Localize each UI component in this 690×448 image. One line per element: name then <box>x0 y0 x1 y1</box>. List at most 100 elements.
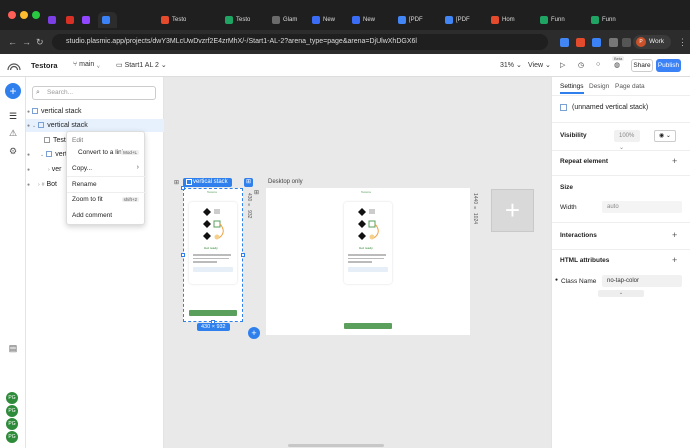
tree-item[interactable]: ● vertical stack <box>27 108 82 115</box>
visibility-dropdown[interactable]: 100% ⌄ <box>614 130 640 151</box>
history-icon[interactable]: ◷ <box>578 61 584 69</box>
browser-tab[interactable]: Hom <box>491 12 515 28</box>
browser-tab[interactable] <box>82 12 93 28</box>
branch-selector[interactable]: ⑂ main ⌄ <box>73 61 101 68</box>
page-selector[interactable]: ▭ Start1 AL 2 ⌄ <box>116 61 167 69</box>
menu-header: Edit <box>72 137 84 144</box>
project-name[interactable]: Testora <box>31 61 58 70</box>
flow-illustration <box>358 208 379 240</box>
zoom-dropdown[interactable]: 31% ⌄ <box>500 61 522 69</box>
warning-icon[interactable]: ⚠ <box>7 127 19 139</box>
eye-icon: ◉ <box>659 133 665 139</box>
extensions-puzzle-icon[interactable] <box>609 38 618 47</box>
desktop-artboard[interactable]: Testora Get ready <box>266 188 470 335</box>
menu-item-rename[interactable]: Rename <box>72 181 97 188</box>
view-menu[interactable]: View ⌄ <box>528 61 551 69</box>
avatar[interactable]: PG <box>6 392 18 404</box>
add-frame-button[interactable]: + <box>248 327 260 339</box>
tab-favicon-icon <box>82 16 90 24</box>
maximize-window-button[interactable] <box>32 11 40 19</box>
plasmic-logo-icon[interactable] <box>6 58 22 72</box>
tab-settings[interactable]: Settings <box>560 83 584 94</box>
outline-icon[interactable]: ☰ <box>7 110 19 122</box>
desktop-frame-label[interactable]: Desktop only <box>268 178 303 187</box>
divider <box>552 249 690 250</box>
resize-handle[interactable] <box>181 186 185 190</box>
browser-tab[interactable] <box>48 12 59 28</box>
menu-item-zoom-to-fit[interactable]: Zoom to fit <box>72 196 103 203</box>
extension-icon[interactable] <box>560 38 569 47</box>
browser-tab[interactable] <box>66 12 77 28</box>
tab-label: [PDF <box>409 17 423 23</box>
profile-label: Work <box>649 38 665 45</box>
card-text-lines <box>348 254 388 272</box>
canvas[interactable]: vertical stack ⊞ ⊞ Desktop only ⊞ Testor… <box>164 77 551 448</box>
tree-item[interactable]: ● ⌄ vertical stack <box>27 122 88 129</box>
tab-page-data[interactable]: Page data <box>615 83 645 90</box>
browser-tab[interactable]: Testo <box>225 12 250 28</box>
avatar[interactable]: PG <box>6 405 18 417</box>
tree-item[interactable]: ● › ver <box>27 166 61 173</box>
browser-tab[interactable]: Testo <box>161 12 186 28</box>
minimize-window-button[interactable] <box>20 11 28 19</box>
width-value: auto <box>607 204 619 210</box>
profile-button[interactable]: P Work <box>633 35 671 49</box>
move-handle-icon[interactable]: ⊞ <box>254 189 259 196</box>
browser-tab[interactable]: Funn <box>540 12 565 28</box>
comment-icon[interactable]: ○ <box>596 61 600 68</box>
resize-handle[interactable] <box>181 253 185 257</box>
resize-handle[interactable] <box>241 253 245 257</box>
element-name[interactable]: (unnamed vertical stack) <box>572 104 648 111</box>
horizontal-scrollbar[interactable] <box>288 444 384 447</box>
search-input[interactable]: ⌕ Search... <box>32 86 156 100</box>
sidebar-icon[interactable] <box>622 38 631 47</box>
avatar: P <box>636 37 646 47</box>
play-icon[interactable]: ▷ <box>560 61 565 69</box>
add-element-button[interactable]: + <box>5 83 21 99</box>
class-name-input[interactable]: no-tap-color <box>602 275 682 287</box>
collapse-toggle[interactable]: ⌄ <box>598 290 644 297</box>
add-attribute-icon[interactable]: + <box>672 255 677 265</box>
tab-design[interactable]: Design <box>589 83 609 90</box>
multiplayer-icon[interactable]: ◍ <box>614 61 620 69</box>
close-window-button[interactable] <box>8 11 16 19</box>
publish-button[interactable]: Publish <box>656 59 681 72</box>
avatar[interactable]: PG <box>6 418 18 430</box>
class-name-value: no-tap-color <box>607 278 640 284</box>
extension-icon[interactable] <box>576 38 585 47</box>
browser-tab[interactable]: Glam <box>272 12 297 28</box>
settings-icon[interactable]: ⚙ <box>7 145 19 157</box>
back-icon[interactable]: ← <box>8 36 17 48</box>
address-bar[interactable]: studio.plasmic.app/projects/dwY3MLcUwDvz… <box>52 34 548 50</box>
browser-tab[interactable]: [PDF <box>398 12 423 28</box>
extension-icon[interactable] <box>592 38 601 47</box>
frame-icon <box>186 179 192 185</box>
browser-tab[interactable]: [PDF <box>445 12 470 28</box>
get-ready-button[interactable] <box>344 323 392 329</box>
menu-item-copy[interactable]: Copy... <box>72 165 92 172</box>
menu-item-add-comment[interactable]: Add comment <box>72 212 112 219</box>
browser-tab[interactable]: Funn <box>591 12 616 28</box>
chat-icon[interactable]: ▤ <box>7 342 19 354</box>
tab-favicon-icon <box>398 16 406 24</box>
left-rail: + ☰ ⚠ ⚙ ▤ PG PG PG PG <box>0 77 26 448</box>
drag-handle-icon[interactable]: ⊞ <box>244 178 253 187</box>
browser-tab[interactable]: New <box>352 12 375 28</box>
html-attributes-label: HTML attributes <box>560 257 610 264</box>
visibility-toggle[interactable]: ◉ ⌄ <box>654 130 676 142</box>
width-input[interactable]: auto <box>602 201 682 213</box>
browser-tab[interactable] <box>98 12 117 28</box>
url-text: studio.plasmic.app/projects/dwY3MLcUwDvz… <box>66 38 417 45</box>
forward-icon[interactable]: → <box>22 36 31 48</box>
add-interaction-icon[interactable]: + <box>672 230 677 240</box>
avatar[interactable]: PG <box>6 431 18 443</box>
add-repeat-icon[interactable]: + <box>672 156 677 166</box>
artboard-header-text: Testora <box>361 190 371 194</box>
tree-item[interactable]: ● › # Bot <box>27 181 57 188</box>
more-menu-icon[interactable]: ⋮ <box>678 36 687 48</box>
share-button[interactable]: Share <box>631 59 653 72</box>
move-handle-icon[interactable]: ⊞ <box>174 179 179 186</box>
browser-tab[interactable]: New <box>312 12 335 28</box>
reload-icon[interactable]: ↻ <box>36 36 44 48</box>
add-artboard-button[interactable]: + <box>491 189 534 232</box>
